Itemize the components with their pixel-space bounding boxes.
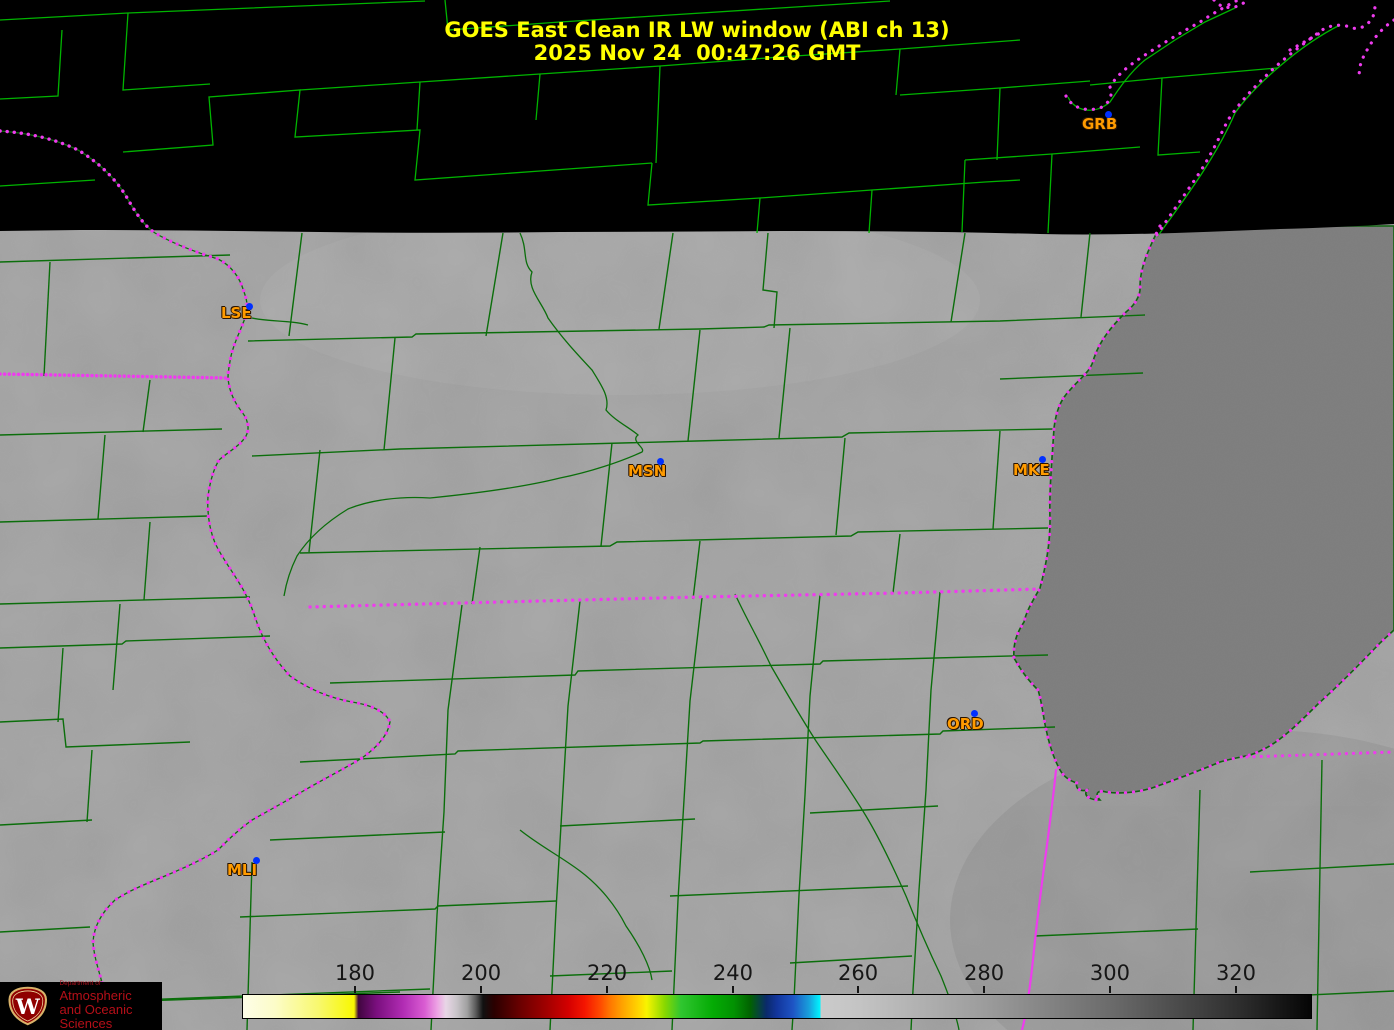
station-label-mke: MKE <box>1013 461 1050 479</box>
colorbar-tick-260 <box>857 986 860 993</box>
station-label-msn: MSN <box>628 462 667 480</box>
colorbar-tick-220 <box>606 986 609 993</box>
satellite-image-viewport[interactable]: GOES East Clean IR LW window (ABI ch 13)… <box>0 0 1394 1030</box>
colorbar-tick-300 <box>1108 986 1111 993</box>
station-label-ord: ORD <box>947 715 984 733</box>
colorbar-tick-240 <box>731 986 734 993</box>
colorbar-tick-320 <box>1234 986 1237 993</box>
colorbar-label-260: 260 <box>837 961 879 985</box>
uw-crest-icon: W <box>8 986 48 1026</box>
logo-dept-line: Department of <box>59 979 101 987</box>
colorbar-tick-200 <box>480 986 483 993</box>
station-dot-ord <box>970 709 978 717</box>
station-label-mli: MLI <box>227 861 258 879</box>
station-dot-mli <box>252 856 260 864</box>
svg-text:W: W <box>15 995 41 1020</box>
uw-aos-logo: W Department of Atmospheric and Oceanic … <box>0 979 162 1030</box>
image-timestamp: 2025 Nov 24 00:47:26 GMT <box>533 41 861 65</box>
colorbar-label-220: 220 <box>586 961 628 985</box>
goes-ir-map <box>0 0 1394 1030</box>
colorbar-label-240: 240 <box>712 961 753 985</box>
colorbar-label-300: 300 <box>1089 961 1130 985</box>
logo-atmospheric-line: Atmospheric <box>59 988 132 1004</box>
temperature-colorbar <box>242 994 1312 1019</box>
colorbar-label-180: 180 <box>334 961 376 985</box>
station-dot-lse <box>245 302 253 310</box>
station-dot-grb <box>1104 110 1112 118</box>
logo-text: Department of Atmospheric and Oceanic Sc… <box>59 979 162 1030</box>
colorbar-tick-180 <box>353 986 356 993</box>
station-dot-msn <box>656 457 664 465</box>
station-dot-mke <box>1038 455 1046 463</box>
cloud-bright-patch <box>260 205 980 395</box>
colorbar-label-200: 200 <box>460 961 502 985</box>
image-title: GOES East Clean IR LW window (ABI ch 13) <box>444 18 950 42</box>
station-label-grb: GRB <box>1082 115 1118 133</box>
colorbar-tick-280 <box>983 986 986 993</box>
colorbar-label-280: 280 <box>963 961 1005 985</box>
image-title-block: GOES East Clean IR LW window (ABI ch 13)… <box>0 19 1394 65</box>
logo-oceanic-line: and Oceanic Sciences <box>59 1002 133 1030</box>
lake-grain-texture <box>1020 226 1394 806</box>
colorbar-label-320: 320 <box>1215 961 1257 985</box>
